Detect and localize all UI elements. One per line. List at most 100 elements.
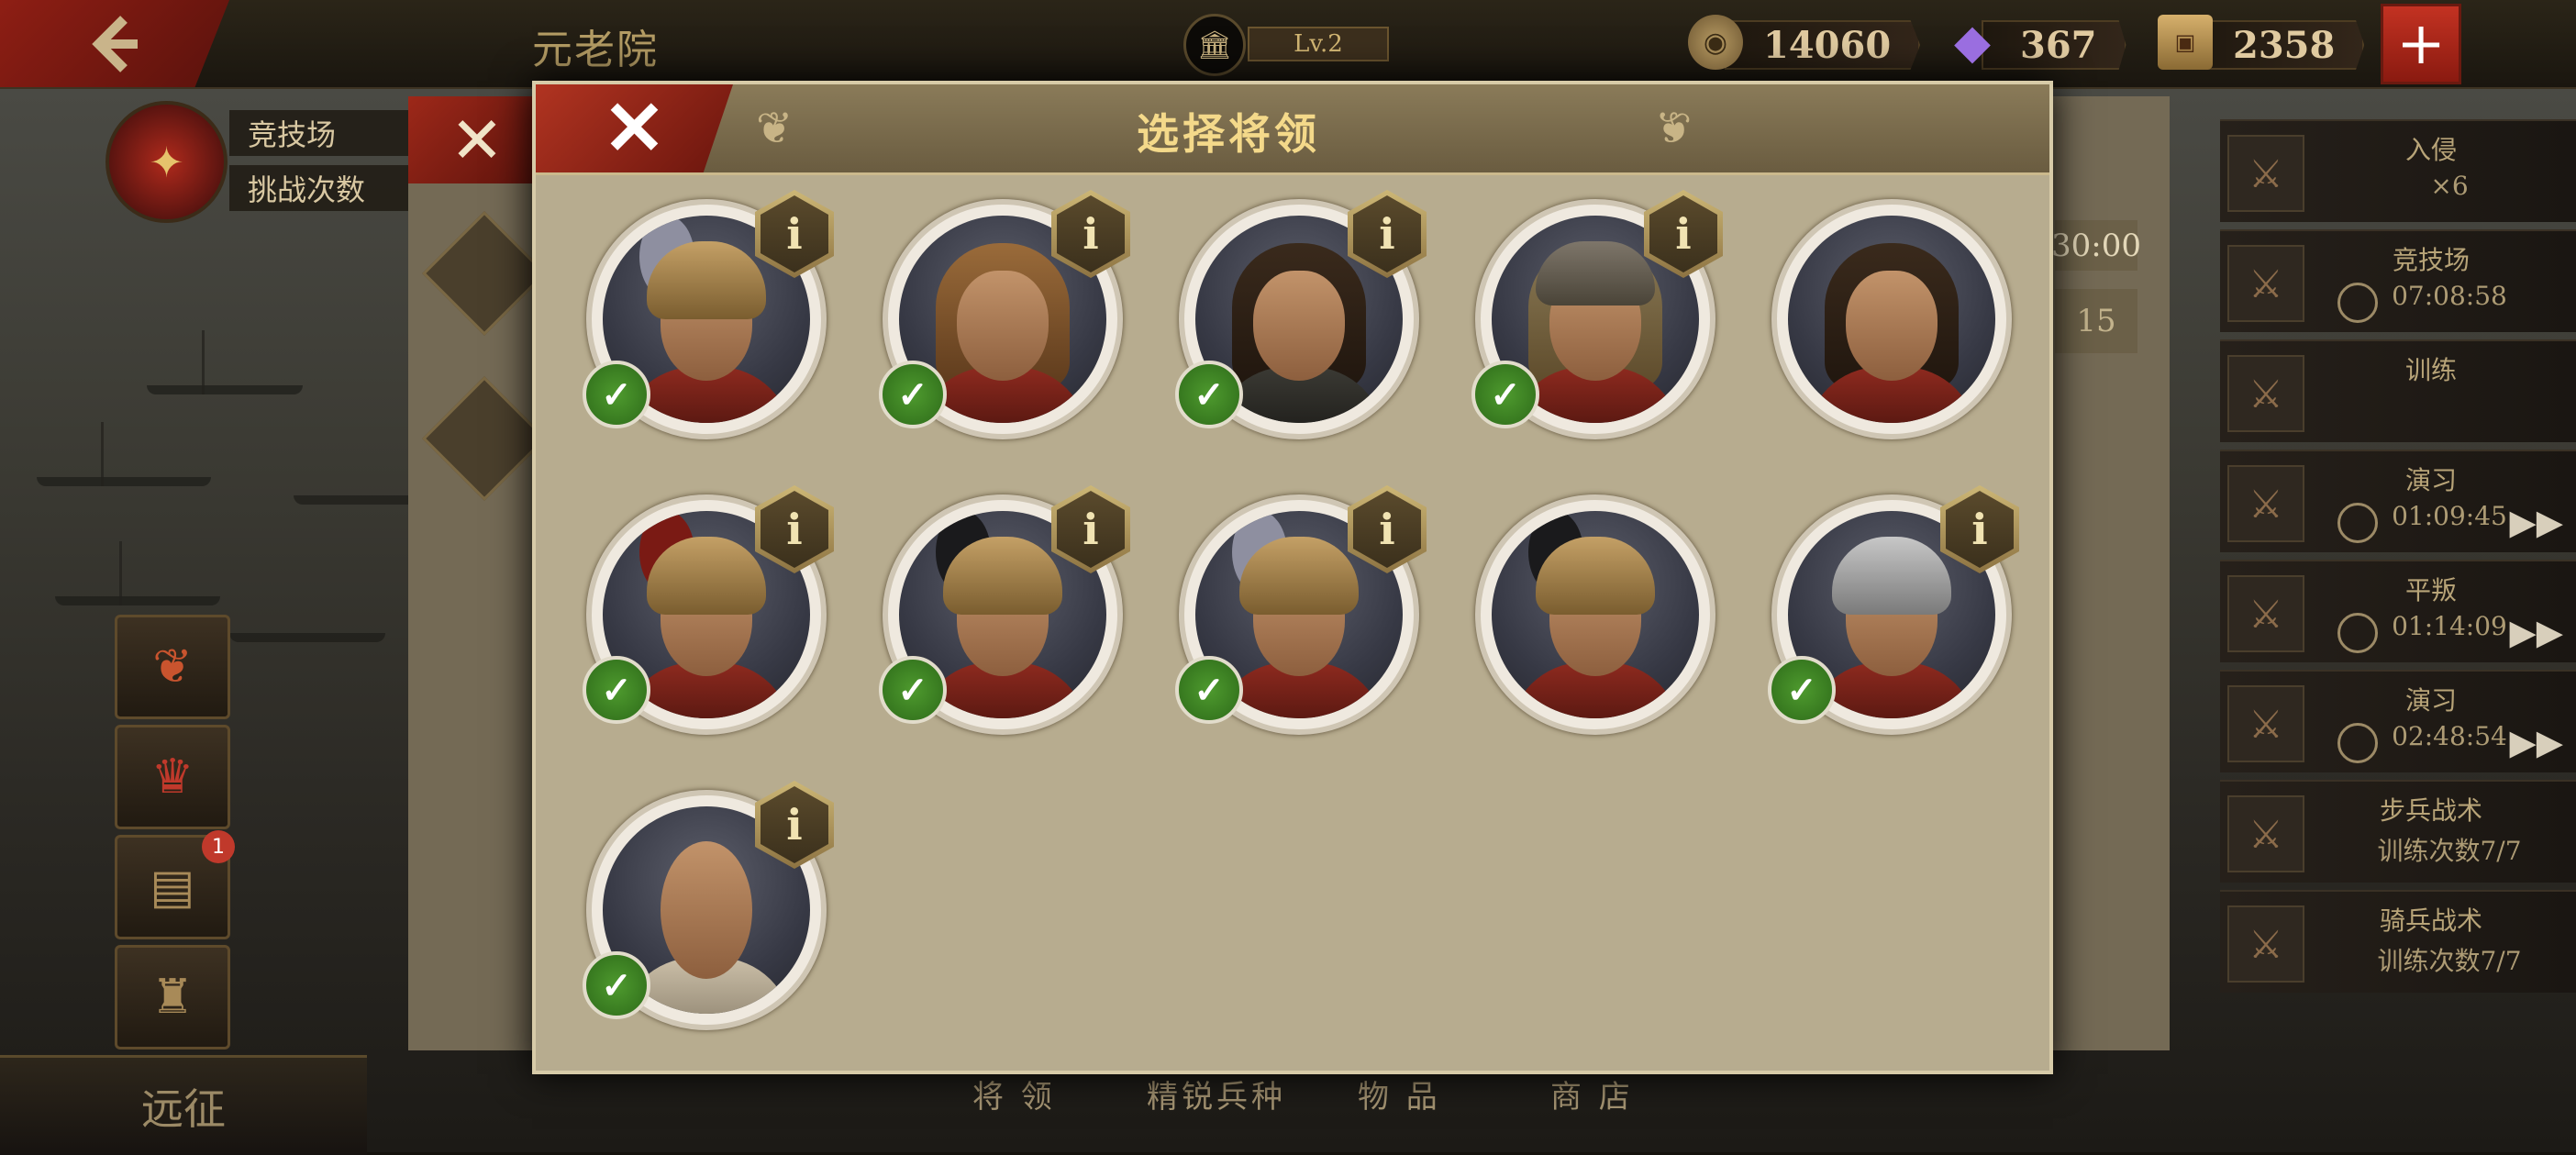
- quest-title: 演习: [2404, 465, 2457, 495]
- coin-counter[interactable]: ◉ 14060: [1688, 15, 1921, 70]
- tab-items[interactable]: 物 品: [1358, 1072, 1441, 1116]
- ticket-icon: ▣: [2158, 15, 2213, 70]
- fast-forward-icon[interactable]: ▶▶: [2510, 722, 2563, 762]
- info-icon: i: [761, 491, 828, 568]
- back-button[interactable]: [0, 0, 229, 87]
- general-portrait-bare-dark[interactable]: ✓ i: [1175, 190, 1427, 439]
- sword-icon: ⚔: [2227, 795, 2304, 872]
- laurel-left-icon: ❦: [756, 103, 794, 154]
- fast-forward-icon[interactable]: ▶▶: [2510, 612, 2563, 652]
- checkmark-icon: ✓: [1768, 656, 1836, 724]
- info-icon: i: [1057, 491, 1125, 568]
- close-modal-button[interactable]: ✕: [536, 84, 733, 172]
- mast-decoration: [202, 330, 205, 394]
- quest-item[interactable]: ⚔ 演习 01:09:45 ▶▶: [2220, 450, 2576, 552]
- tab-generals[interactable]: 将 领: [972, 1072, 1056, 1116]
- tab-shop[interactable]: 商 店: [1550, 1072, 1634, 1116]
- general-portrait-steel-helm[interactable]: ✓ i: [1768, 485, 2019, 735]
- mask-icon: ⚔: [2227, 575, 2304, 652]
- temple-icon: 🏛: [1183, 14, 1246, 76]
- quest-item[interactable]: ⚔ 骑兵战术训练次数7/7: [2220, 890, 2576, 993]
- add-currency-button[interactable]: +: [2381, 4, 2461, 84]
- info-icon: i: [1353, 491, 1421, 568]
- quest-title: 步兵战术: [2379, 795, 2482, 826]
- fast-forward-icon[interactable]: ▶▶: [2510, 502, 2563, 542]
- mast-decoration: [119, 541, 122, 605]
- gem-counter[interactable]: ◆ 367: [1945, 15, 2147, 70]
- drill-icon: ⚔: [2227, 685, 2304, 762]
- general-portrait-winged-helm[interactable]: ✓ i: [1471, 190, 1723, 439]
- ticket-value: 2358: [2194, 20, 2365, 70]
- money-bag-icon: ❦: [152, 639, 193, 694]
- modal-title: 选择将领: [1137, 109, 1320, 159]
- modal-header: 选择将领 ❦ ❦: [536, 84, 2049, 175]
- gem-value: 367: [1982, 20, 2126, 70]
- checkmark-icon: ✓: [583, 656, 650, 724]
- money-bag-button[interactable]: ❦: [115, 615, 230, 719]
- quest-subtitle: ×6: [2430, 171, 2469, 201]
- drill-icon: ⚔: [2227, 465, 2304, 542]
- invasion-icon: ⚔: [2227, 135, 2304, 212]
- info-icon: i: [761, 786, 828, 863]
- crown-icon: ♛: [150, 750, 194, 805]
- purple-gem-icon: ◆: [1954, 15, 1991, 70]
- general-portrait-bald[interactable]: ✓ i: [583, 781, 834, 1030]
- notification-badge: 1: [202, 830, 235, 863]
- quest-title: 入侵: [2404, 135, 2457, 165]
- quest-subtitle: 训练次数7/7: [2377, 946, 2522, 976]
- quest-subtitle: 训练次数7/7: [2377, 836, 2522, 866]
- chevron-left-icon: [92, 15, 138, 72]
- horse-icon: ⚔: [2227, 905, 2304, 983]
- checkmark-icon: ✓: [583, 361, 650, 428]
- general-portrait-lion-pelt[interactable]: ✓ i: [879, 190, 1130, 439]
- mast-decoration: [101, 422, 104, 486]
- trophy-button[interactable]: ♜: [115, 945, 230, 1049]
- quest-item[interactable]: ⚔ 竞技场 07:08:58: [2220, 229, 2576, 332]
- background-close-button[interactable]: ✕: [408, 96, 546, 183]
- portrait-art: [1492, 511, 1699, 718]
- tab-elite-troops[interactable]: 精锐兵种: [1147, 1072, 1286, 1116]
- general-portrait-helmet-red-crest[interactable]: ✓ i: [583, 485, 834, 735]
- general-portrait-helmet-white-crest[interactable]: ✓ i: [1175, 485, 1427, 735]
- expedition-button[interactable]: 远征: [0, 1055, 367, 1155]
- building-level[interactable]: 🏛 Lv.2: [1183, 14, 1394, 76]
- info-icon: i: [1649, 195, 1717, 272]
- info-icon: i: [1057, 195, 1125, 272]
- quest-item[interactable]: ⚔ 步兵战术训练次数7/7: [2220, 780, 2576, 883]
- quest-title: 演习: [2404, 685, 2457, 716]
- crossed-swords-icon: ⚔: [2227, 245, 2304, 322]
- ship-decoration: [147, 385, 303, 394]
- checkmark-icon: ✓: [1175, 656, 1243, 724]
- info-icon: i: [761, 195, 828, 272]
- quest-item[interactable]: ⚔ 平叛 01:14:09 ▶▶: [2220, 560, 2576, 662]
- behind-count: 15: [2055, 289, 2137, 353]
- quest-item[interactable]: ⚔ 入侵 ×6: [2220, 119, 2576, 222]
- quest-title: 平叛: [2404, 575, 2457, 605]
- coin-icon: ◉: [1688, 15, 1743, 70]
- general-portrait-helmet-black-crest[interactable]: [1475, 494, 1715, 735]
- helmet-icon: ⚔: [2227, 355, 2304, 432]
- treasure-chest-icon: ▤: [150, 860, 195, 915]
- trophy-icon: ♜: [150, 970, 194, 1025]
- ship-decoration: [229, 633, 385, 642]
- quest-title: 骑兵战术: [2379, 905, 2482, 936]
- crown-button[interactable]: ♛: [115, 725, 230, 829]
- checkmark-icon: ✓: [879, 656, 947, 724]
- info-icon: i: [1946, 491, 2014, 568]
- level-label: Lv.2: [1248, 27, 1389, 61]
- general-portrait-helmet-plume[interactable]: ✓ i: [583, 190, 834, 439]
- general-portrait-helmet-black-crest[interactable]: ✓ i: [879, 485, 1130, 735]
- ship-decoration: [55, 596, 220, 605]
- checkmark-icon: ✓: [1175, 361, 1243, 428]
- close-icon: ✕: [450, 102, 505, 178]
- general-portrait-bare-beard[interactable]: [1771, 199, 2012, 439]
- checkmark-icon: ✓: [1471, 361, 1539, 428]
- ticket-counter[interactable]: ▣ 2358: [2158, 15, 2369, 70]
- legion-banner-icon[interactable]: ✦: [105, 101, 228, 223]
- behind-timer: 30:00: [2051, 220, 2141, 271]
- quest-item[interactable]: ⚔ 演习 02:48:54 ▶▶: [2220, 670, 2576, 772]
- ship-decoration: [37, 477, 211, 486]
- quest-item[interactable]: ⚔ 训练: [2220, 339, 2576, 442]
- close-icon: ✕: [603, 84, 666, 172]
- laurel-right-icon: ❦: [1655, 103, 1693, 154]
